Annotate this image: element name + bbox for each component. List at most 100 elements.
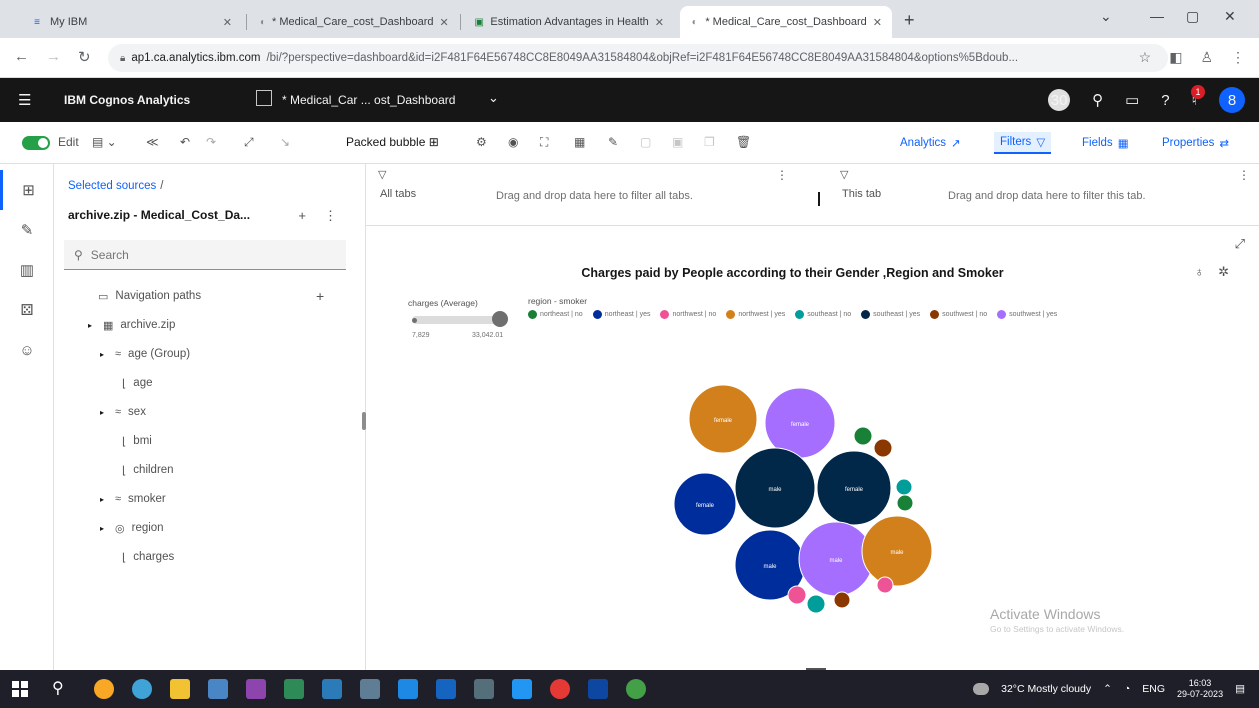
network-icon[interactable]: ◔ (1124, 683, 1130, 695)
bubble[interactable] (787, 585, 807, 605)
chat-icon[interactable]: ▭ (1125, 91, 1139, 109)
edit-mode-toggle[interactable] (22, 136, 50, 150)
pin-icon[interactable]: ✎ (608, 135, 618, 149)
window-close-icon[interactable]: ✕ (1224, 8, 1236, 25)
tree-item[interactable]: ⌊ bmi (122, 429, 152, 453)
mail-icon[interactable] (322, 679, 342, 699)
bubble[interactable] (873, 438, 893, 458)
chrome-profile-icon[interactable] (626, 679, 646, 699)
back-arrow-icon[interactable]: ← (14, 48, 29, 65)
expand-caret-icon[interactable]: ▸ (88, 321, 96, 330)
chart-settings-icon[interactable]: ✲ (1218, 264, 1229, 280)
browser-tab[interactable]: ▣ Estimation Advantages in Health ✕ (464, 6, 674, 38)
sidebar-icon[interactable]: ◧ (1169, 49, 1182, 66)
legend-item[interactable]: northeast | yes (592, 310, 650, 319)
paste-icon[interactable]: ▣ (672, 135, 683, 149)
menu-kebab-icon[interactable]: ⋮ (1231, 49, 1245, 66)
help-icon[interactable]: ? (1161, 92, 1169, 109)
copy-icon[interactable]: ▢ (640, 135, 651, 149)
packed-bubble-chart[interactable]: female female male female female male male male (666, 376, 966, 616)
tree-item[interactable]: ▸ ≈ age (Group) (100, 342, 190, 366)
filter-menu-icon[interactable]: ⋮ (1238, 168, 1250, 182)
analytics-button[interactable]: Analytics ↗ (900, 136, 961, 150)
properties-button[interactable]: Properties ⇄ (1162, 136, 1229, 150)
tree-item[interactable]: ⌊ age (122, 371, 152, 395)
notification-icon[interactable]: ♮ 1 (1191, 85, 1205, 109)
dashboard-title[interactable]: * Medical_Car ... ost_Dashboard (282, 93, 455, 107)
bubble[interactable] (833, 591, 851, 609)
chrome-icon[interactable] (94, 679, 114, 699)
search-icon[interactable]: ⚲ (52, 678, 64, 698)
source-menu-icon[interactable]: ⋮ (324, 208, 337, 224)
connect-icon[interactable]: ↘ (280, 135, 290, 149)
tree-item[interactable]: ▸ ≈ smoker (100, 487, 166, 511)
rail-assistant[interactable]: ☺ (0, 330, 54, 370)
fields-button[interactable]: Fields ▦ (1082, 136, 1129, 150)
add-navigation-path-icon[interactable]: + (316, 288, 324, 304)
app-icon[interactable] (436, 679, 456, 699)
widget-type-selector[interactable]: Packed bubble ⊞ (346, 135, 439, 149)
bubble[interactable] (876, 576, 894, 594)
filters-button[interactable]: Filters ▽ (994, 132, 1052, 154)
redo-icon[interactable]: ↷ (206, 135, 216, 149)
rail-pins[interactable]: ✎ (0, 210, 54, 250)
delete-icon[interactable]: 🗑︎ (736, 135, 751, 149)
new-tab-icon[interactable]: + (904, 10, 915, 31)
source-name[interactable]: archive.zip - Medical_Cost_Da... (68, 208, 250, 222)
bubble[interactable] (896, 494, 914, 512)
this-tab-filter[interactable]: ▽ This tab Drag and drop data here to fi… (828, 164, 1259, 226)
tab-close-icon[interactable]: ✕ (873, 16, 882, 29)
forward-arrow-icon[interactable]: → (46, 48, 61, 65)
settings-icon[interactable]: ⚙ (476, 135, 487, 149)
avatar[interactable]: 8 (1219, 87, 1245, 113)
legend-item[interactable]: northwest | no (660, 310, 716, 319)
maximize-icon[interactable]: ▢ (1186, 8, 1199, 25)
reload-icon[interactable]: ↻ (78, 48, 91, 66)
url-field[interactable]: 🔒︎ ap1.ca.analytics.ibm.com/bi/?perspect… (108, 44, 1168, 72)
chevron-down-icon[interactable]: ⌄ (488, 90, 499, 106)
rail-sources[interactable]: ⊞ (0, 170, 54, 210)
legend-item[interactable]: southeast | yes (861, 310, 920, 319)
outlook-icon[interactable] (588, 679, 608, 699)
media-icon[interactable] (246, 679, 266, 699)
bubble[interactable] (853, 426, 873, 446)
windows-start-icon[interactable] (12, 681, 28, 697)
maximize-widget-icon[interactable]: ⤢ (1235, 236, 1245, 252)
tree-item[interactable]: ⌊ children (122, 458, 174, 482)
legend-item[interactable]: northeast | no (528, 310, 583, 319)
tab-close-icon[interactable]: ✕ (439, 16, 448, 29)
minimize-icon[interactable]: — (1150, 8, 1164, 24)
legend-item[interactable]: southwest | no (930, 310, 987, 319)
terminal-icon[interactable] (360, 679, 380, 699)
browser-tab-active[interactable]: ◐ * Medical_Care_cost_Dashboard ✕ (680, 6, 892, 38)
tab-close-icon[interactable]: ✕ (655, 16, 664, 29)
notification-center-icon[interactable]: ▤ (1235, 683, 1245, 695)
browser-tab[interactable]: ◐ * Medical_Care_cost_Dashboard ✕ (250, 6, 456, 38)
tree-item[interactable]: ▸ ◎ region (100, 516, 164, 540)
expand-caret-icon[interactable]: ▸ (100, 408, 108, 417)
search-icon[interactable]: ⚲ (1092, 91, 1103, 109)
chrome-active-icon[interactable] (550, 679, 570, 699)
python-icon[interactable] (284, 679, 304, 699)
filter-menu-icon[interactable]: ⋮ (776, 168, 788, 182)
language-indicator[interactable]: ENG (1142, 683, 1165, 695)
expand-icon[interactable]: ⤢ (244, 135, 254, 150)
breadcrumb[interactable]: Selected sources / (68, 180, 163, 192)
tree-item[interactable]: ▸ ▦ archive.zip (88, 313, 175, 337)
target-icon[interactable]: ◉ (508, 135, 518, 149)
legend-item[interactable]: southeast | no (795, 310, 851, 319)
terminal-window-icon[interactable] (474, 679, 494, 699)
tab-close-icon[interactable]: ✕ (223, 16, 232, 29)
star-icon[interactable]: ☆ (1139, 49, 1152, 66)
all-tabs-filter[interactable]: ▽ All tabs Drag and drop data here to fi… (366, 164, 818, 226)
save-icon[interactable]: ▤ ⌄ (92, 135, 117, 149)
file-explorer-icon[interactable] (170, 679, 190, 699)
bubble[interactable] (895, 478, 913, 496)
legend-item[interactable]: northwest | yes (726, 310, 785, 319)
expand-caret-icon[interactable]: ▸ (100, 524, 108, 533)
undo-icon[interactable]: ↶ (180, 135, 190, 149)
rail-widgets[interactable]: ⚄ (0, 290, 54, 330)
search-field[interactable]: ⚲ (64, 240, 346, 270)
add-source-icon[interactable]: + (298, 208, 306, 224)
duplicate-icon[interactable]: ❐ (704, 135, 715, 149)
